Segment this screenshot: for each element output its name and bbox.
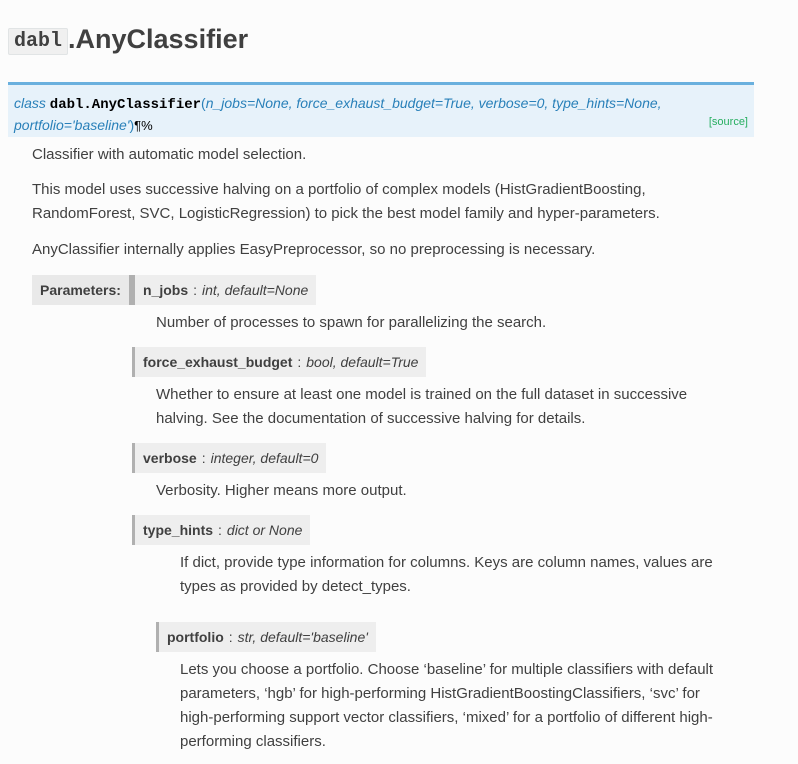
param-name: portfolio [167, 629, 224, 645]
signature-params-line1: n_jobs=None, force_exhaust_budget=True, … [205, 95, 662, 111]
link-icon[interactable]: % [141, 118, 153, 133]
class-name-title: .AnyClassifier [68, 24, 249, 54]
param-name: force_exhaust_budget [143, 354, 293, 370]
page-title: dabl .AnyClassifier [8, 24, 248, 55]
param-name: type_hints [143, 522, 214, 538]
param-desc: Number of processes to spawn for paralle… [156, 314, 547, 331]
class-signature: class dabl.AnyClassifier(n_jobs=None, fo… [8, 82, 754, 137]
param-term: portfolio: str, default='baseline' [156, 622, 376, 652]
param-type: str, default='baseline' [237, 629, 368, 645]
param-term: type_hints: dict or None [132, 515, 311, 545]
param-term: force_exhaust_budget: bool, default=True [132, 347, 427, 377]
param-type: int, default=None [202, 282, 309, 298]
description-line: RandomForest, SVC, LogisticRegression) t… [32, 205, 660, 222]
param-desc: high-performing support vector classifie… [180, 709, 713, 726]
doc-page: dabl .AnyClassifier class dabl.AnyClassif… [0, 0, 798, 764]
param-desc: Verbosity. Higher means more output. [156, 482, 407, 499]
parameters-label: Parameters: [32, 275, 132, 305]
description-line: This model uses successive halving on a … [32, 181, 646, 198]
param-desc: halving. See the documentation of succes… [156, 410, 586, 427]
param-desc: types as provided by detect_types. [180, 578, 411, 595]
param-name: n_jobs [143, 282, 189, 298]
param-desc: parameters, ‘hgb’ for high-performing Hi… [180, 685, 700, 702]
signature-classname: dabl.AnyClassifier [49, 97, 202, 113]
param-desc: Lets you choose a portfolio. Choose ‘bas… [180, 661, 714, 678]
param-name: verbose [143, 450, 197, 466]
module-name: dabl [8, 28, 69, 55]
param-term: verbose: integer, default=0 [132, 443, 327, 473]
param-desc: Whether to ensure at least one model is … [156, 386, 688, 403]
description-para2: AnyClassifier internally applies EasyPre… [32, 241, 596, 258]
param-desc: If dict, provide type information for co… [180, 554, 713, 571]
source-link[interactable]: [source] [709, 112, 748, 132]
param-type: dict or None [226, 522, 303, 538]
param-type: bool, default=True [306, 354, 419, 370]
param-term: n_jobs: int, default=None [132, 275, 317, 305]
param-type: integer, default=0 [210, 450, 319, 466]
summary-text: Classifier with automatic model selectio… [32, 146, 307, 163]
param-desc: performing classifiers. [180, 733, 326, 750]
class-keyword: class [14, 95, 46, 111]
signature-params-line2: portfolio='baseline' [14, 117, 130, 133]
